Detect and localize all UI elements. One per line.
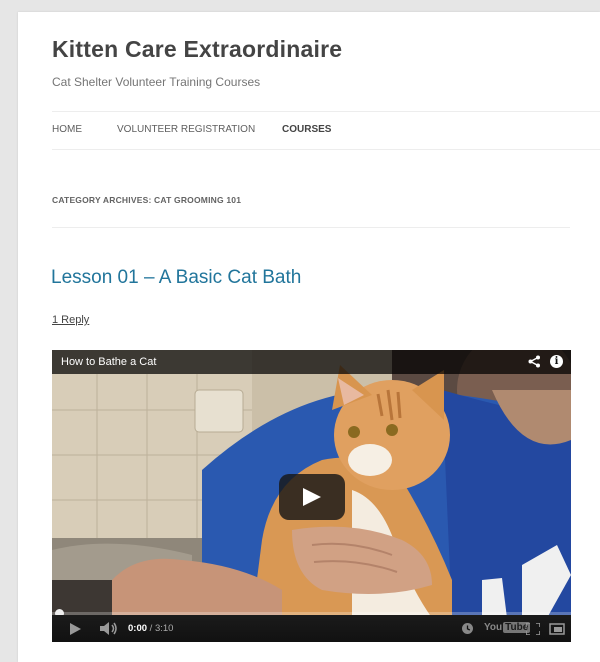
time-separator: / <box>147 623 155 634</box>
video-controls: 0:00 / 3:10 You Tube <box>52 615 571 642</box>
post-title[interactable]: Lesson 01 – A Basic Cat Bath <box>51 267 301 289</box>
current-time: 0:00 <box>128 623 148 634</box>
share-icon[interactable] <box>528 355 541 373</box>
logo-you: You <box>484 622 503 633</box>
site-title[interactable]: Kitten Care Extraordinaire <box>52 36 342 63</box>
page-container: Kitten Care Extraordinaire Cat Shelter V… <box>18 12 600 662</box>
duration: 3:10 <box>154 623 174 634</box>
youtube-logo[interactable]: You Tube <box>484 622 531 633</box>
watch-later-icon[interactable] <box>462 623 473 634</box>
reply-link[interactable]: 1 Reply <box>52 314 89 326</box>
video-title[interactable]: How to Bathe a Cat <box>61 356 156 368</box>
nav-item-volunteer-registration[interactable]: VOLUNTEER REGISTRATION <box>117 124 255 135</box>
volume-icon[interactable] <box>100 622 118 635</box>
info-icon[interactable]: i <box>550 355 563 368</box>
play-icon <box>303 488 321 506</box>
main-navigation: HOME VOLUNTEER REGISTRATION COURSES <box>52 111 600 150</box>
play-button[interactable] <box>279 474 345 520</box>
cast-icon[interactable] <box>549 623 565 635</box>
fullscreen-icon[interactable] <box>526 623 540 635</box>
divider <box>52 227 570 228</box>
time-display: 0:00 / 3:10 <box>128 623 173 634</box>
play-small-icon[interactable] <box>70 623 81 635</box>
video-player[interactable]: How to Bathe a Cat i 0:00 / 3:10 You Tub… <box>52 350 571 642</box>
nav-item-home[interactable]: HOME <box>52 124 82 135</box>
video-title-bar: How to Bathe a Cat i <box>52 350 571 374</box>
site-description: Cat Shelter Volunteer Training Courses <box>52 75 261 89</box>
archive-title: CATEGORY ARCHIVES: CAT GROOMING 101 <box>52 195 242 205</box>
nav-item-courses[interactable]: COURSES <box>282 124 331 135</box>
